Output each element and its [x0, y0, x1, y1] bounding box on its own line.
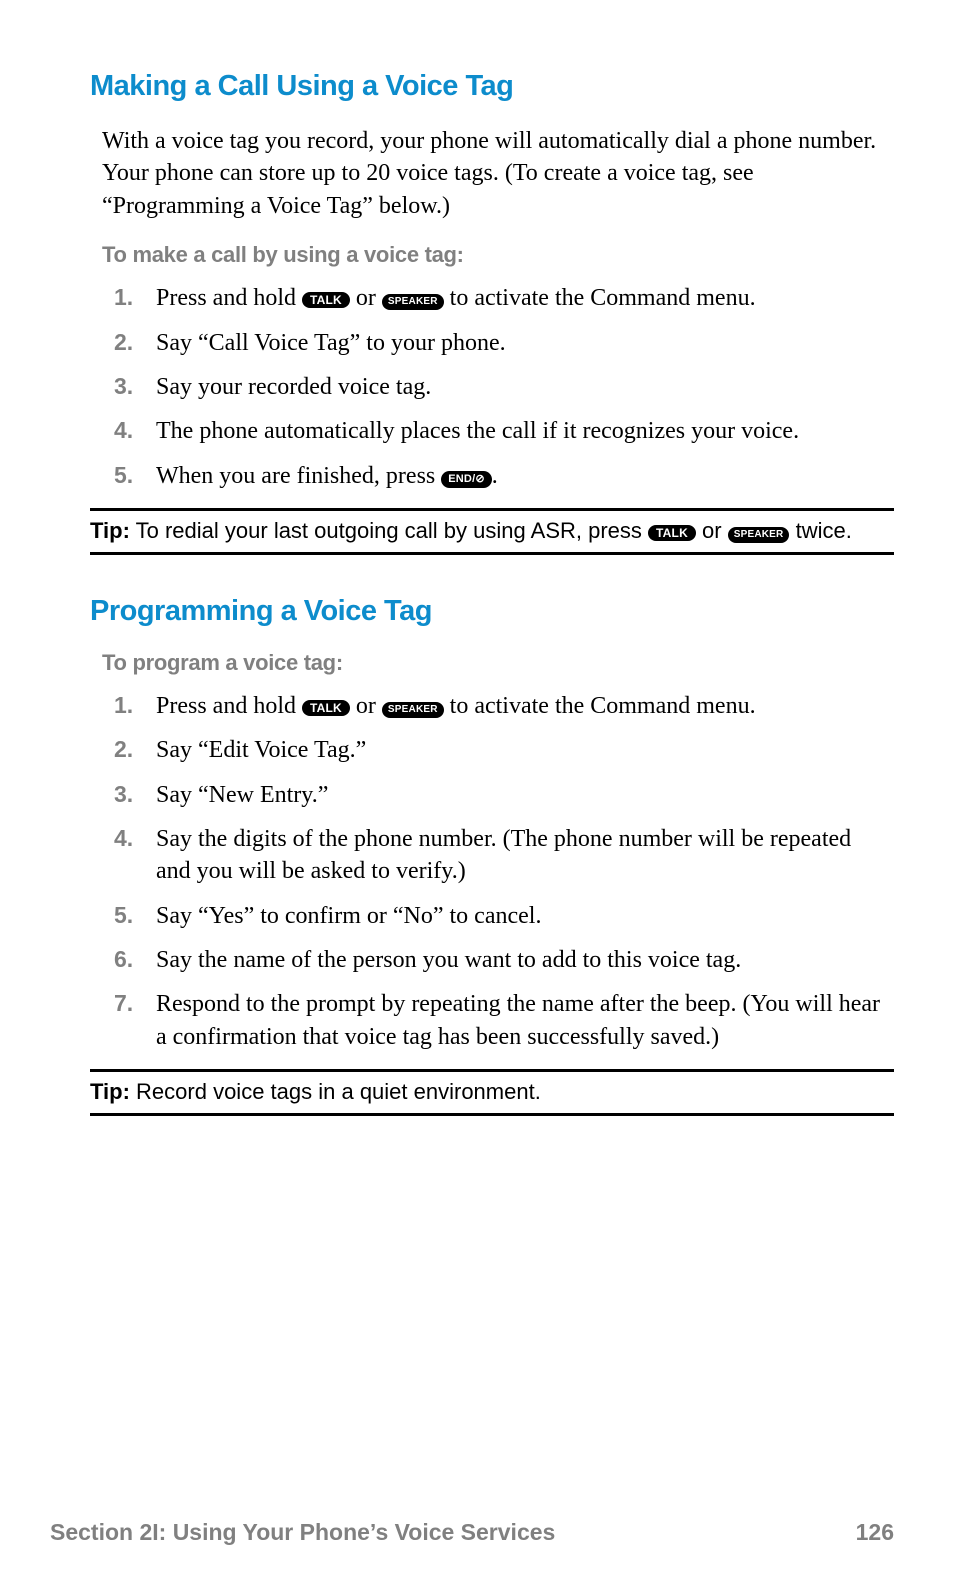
intro-paragraph: With a voice tag you record, your phone … [102, 125, 882, 222]
tip-text: Record voice tags in a quiet environment… [130, 1079, 541, 1104]
steps-program: Press and hold TALK or SPEAKER to activa… [102, 690, 882, 1054]
speaker-button-icon: SPEAKER [728, 527, 790, 543]
end-button-icon: END/⊘ [441, 471, 492, 488]
footer-section-title: Section 2I: Using Your Phone’s Voice Ser… [50, 1519, 555, 1546]
step-1: Press and hold TALK or SPEAKER to activa… [102, 282, 882, 314]
tip-box-quiet: Tip: Record voice tags in a quiet enviro… [90, 1069, 894, 1116]
step-1: Press and hold TALK or SPEAKER to activa… [102, 690, 882, 722]
subhead-make-call: To make a call by using a voice tag: [102, 242, 894, 268]
heading-programming: Programming a Voice Tag [90, 595, 894, 628]
step-text: to activate the Command menu. [444, 285, 756, 311]
manual-page: Making a Call Using a Voice Tag With a v… [0, 0, 954, 1590]
footer-page-number: 126 [856, 1519, 894, 1546]
tip-label: Tip: [90, 518, 130, 543]
step-5: When you are finished, press END/⊘. [102, 460, 882, 492]
step-6: Say the name of the person you want to a… [102, 944, 882, 976]
speaker-button-icon: SPEAKER [382, 702, 444, 718]
tip-text: To redial your last outgoing call by usi… [130, 518, 648, 543]
steps-make-call: Press and hold TALK or SPEAKER to activa… [102, 282, 882, 492]
step-4: The phone automatically places the call … [102, 415, 882, 447]
step-text: . [492, 463, 498, 489]
speaker-button-icon: SPEAKER [382, 294, 444, 310]
talk-button-icon: TALK [302, 292, 350, 308]
tip-label: Tip: [90, 1079, 130, 1104]
talk-button-icon: TALK [648, 525, 696, 541]
step-text: to activate the Command menu. [444, 693, 756, 719]
tip-text: or [696, 518, 728, 543]
heading-making-call: Making a Call Using a Voice Tag [90, 70, 894, 103]
step-text: Press and hold [156, 285, 302, 311]
step-3: Say “New Entry.” [102, 779, 882, 811]
tip-box-redial: Tip: To redial your last outgoing call b… [90, 508, 894, 555]
talk-button-icon: TALK [302, 700, 350, 716]
step-2: Say “Call Voice Tag” to your phone. [102, 327, 882, 359]
step-text: When you are finished, press [156, 463, 441, 489]
page-footer: Section 2I: Using Your Phone’s Voice Ser… [50, 1519, 894, 1546]
step-3: Say your recorded voice tag. [102, 371, 882, 403]
step-text: Press and hold [156, 693, 302, 719]
step-4: Say the digits of the phone number. (The… [102, 823, 882, 888]
step-2: Say “Edit Voice Tag.” [102, 734, 882, 766]
step-7: Respond to the prompt by repeating the n… [102, 988, 882, 1053]
subhead-program: To program a voice tag: [102, 650, 894, 676]
step-text: or [350, 285, 382, 311]
step-text: or [350, 693, 382, 719]
tip-text: twice. [789, 518, 851, 543]
step-5: Say “Yes” to confirm or “No” to cancel. [102, 900, 882, 932]
